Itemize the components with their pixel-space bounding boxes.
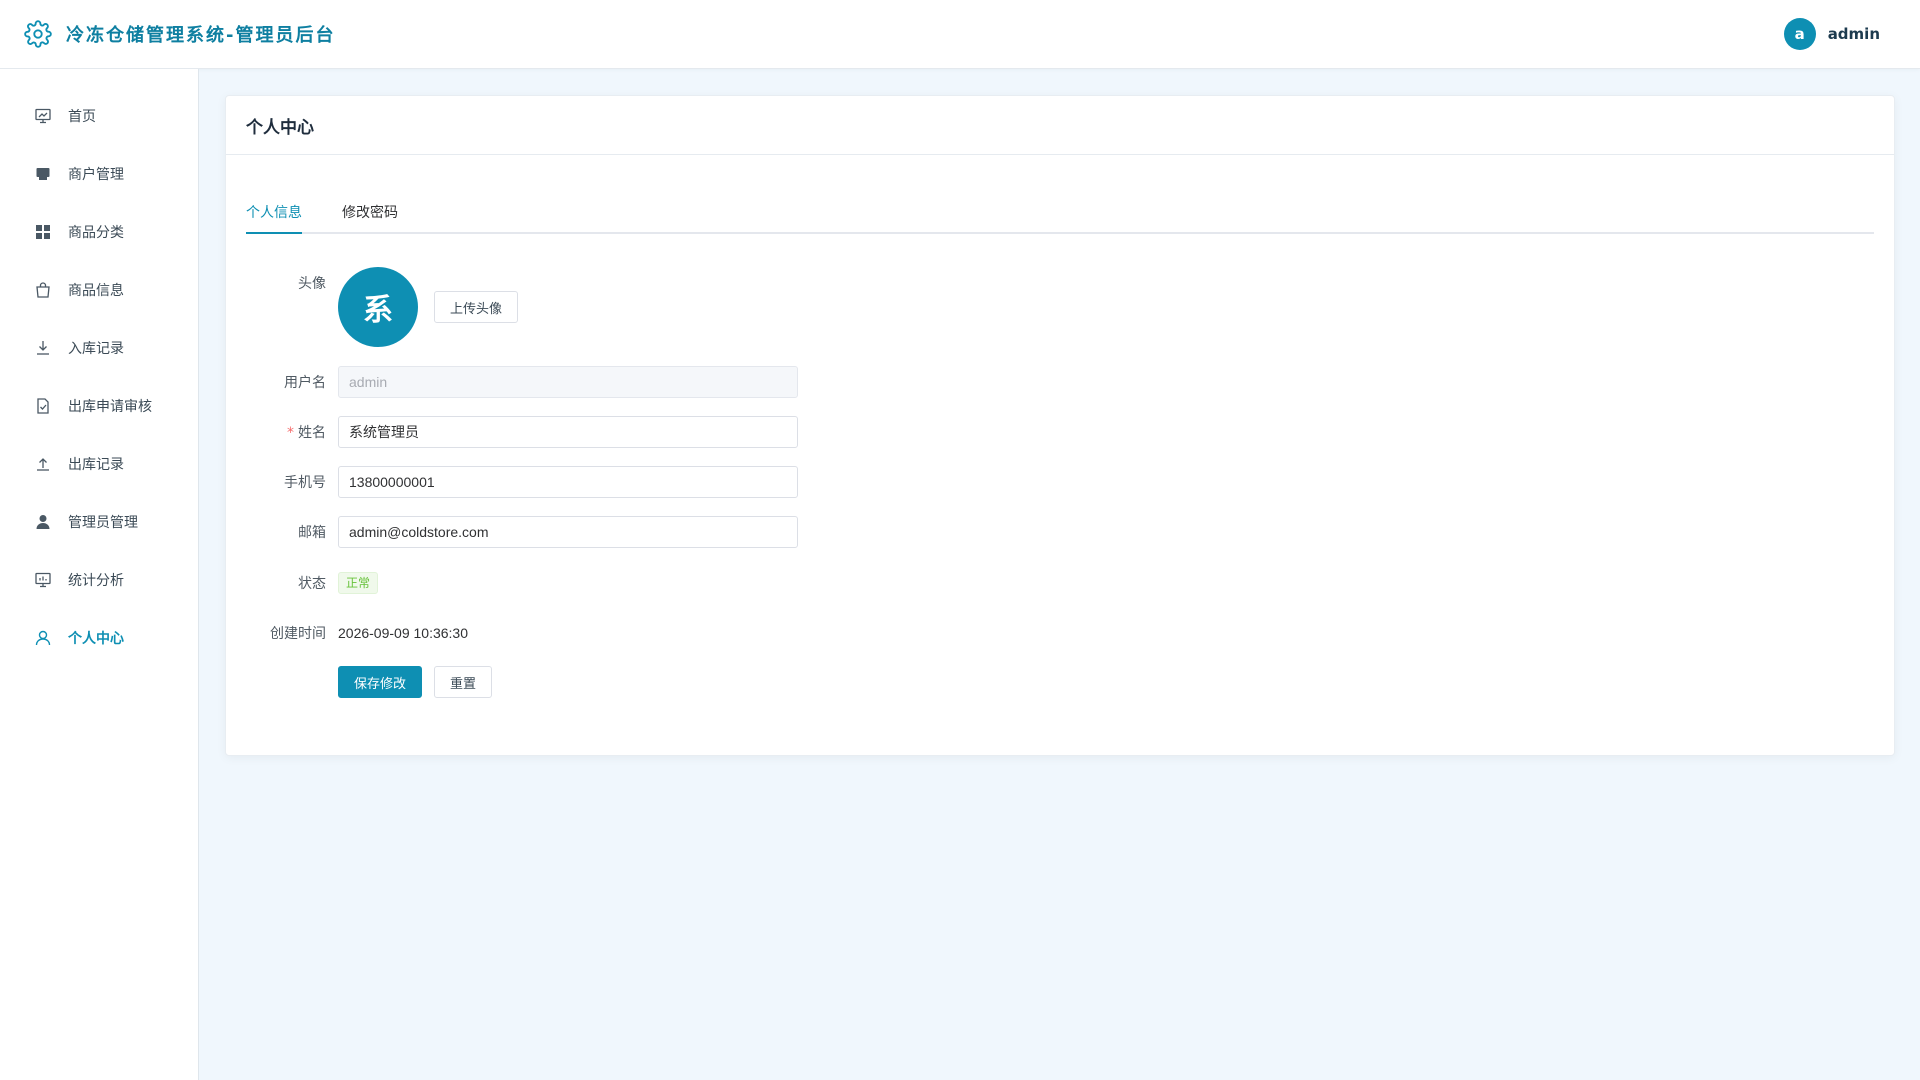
shop-icon: [34, 165, 52, 183]
avatar-label: 头像: [298, 276, 326, 292]
sidebar-item-outbound[interactable]: 出库记录: [0, 435, 198, 493]
user-name[interactable]: admin: [1828, 25, 1880, 43]
email-label: 邮箱: [298, 525, 326, 541]
card-body: 个人信息 修改密码: [226, 196, 1894, 234]
reset-button[interactable]: 重置: [434, 666, 493, 698]
phone-input[interactable]: [338, 466, 798, 498]
gear-icon: [24, 20, 52, 48]
card-header: 个人中心: [226, 96, 1894, 155]
phone-label: 手机号: [284, 475, 326, 491]
status-badge: 正常: [338, 572, 379, 594]
brand: 冷冻仓储管理系统-管理员后台: [24, 20, 335, 48]
sidebar-item-categories[interactable]: 商品分类: [0, 203, 198, 261]
sidebar-item-products[interactable]: 商品信息: [0, 261, 198, 319]
sidebar: 首页 商户管理 商品分类 商品信息 入库记录 出库申请审核 出库记录 管理员管理…: [0, 69, 199, 1080]
form-row-phone: 手机号: [226, 466, 798, 498]
sidebar-item-label: 商品分类: [68, 225, 124, 241]
sidebar-item-profile[interactable]: 个人中心: [0, 609, 198, 667]
download-icon: [34, 339, 52, 357]
user-filled-icon: [34, 513, 52, 531]
sidebar-item-outbound-review[interactable]: 出库申请审核: [0, 377, 198, 435]
profile-card: 个人中心 个人信息 修改密码 头像 系 上传头像 用户名 *姓名 手机号: [225, 95, 1895, 756]
tab-bar: 个人信息 修改密码: [246, 196, 1874, 234]
form-actions: 保存修改 重置: [226, 666, 493, 698]
form-row-username: 用户名: [226, 366, 798, 398]
created-time: 2026-09-09 10:36:30: [338, 625, 468, 641]
sidebar-item-label: 出库记录: [68, 457, 124, 473]
form-row-avatar: 头像 系 上传头像: [226, 267, 519, 347]
sidebar-item-label: 首页: [68, 109, 96, 125]
sidebar-item-home[interactable]: 首页: [0, 87, 198, 145]
username-input[interactable]: [338, 366, 798, 398]
app-title: 冷冻仓储管理系统-管理员后台: [66, 25, 336, 46]
tab-profile-info[interactable]: 个人信息: [246, 202, 302, 234]
sidebar-item-label: 入库记录: [68, 341, 124, 357]
sidebar-item-label: 出库申请审核: [68, 399, 152, 415]
sidebar-item-admins[interactable]: 管理员管理: [0, 493, 198, 551]
user-menu[interactable]: a admin: [1783, 18, 1880, 50]
email-input[interactable]: [338, 516, 798, 548]
form-row-name: * 姓名: [226, 416, 798, 448]
page-title: 个人中心: [246, 117, 314, 138]
sidebar-item-merchants[interactable]: 商户管理: [0, 145, 198, 203]
upload-icon: [34, 455, 52, 473]
save-button[interactable]: 保存修改: [338, 666, 423, 698]
required-mark: *: [287, 425, 294, 441]
name-label-text: 姓名: [298, 425, 326, 441]
sidebar-item-inbound[interactable]: 入库记录: [0, 319, 198, 377]
dashboard-icon: [34, 107, 52, 125]
profile-avatar: 系: [338, 267, 418, 347]
sidebar-item-label: 个人中心: [68, 631, 124, 647]
sidebar-item-label: 商品信息: [68, 283, 124, 299]
username-label: 用户名: [284, 375, 326, 391]
top-header: 冷冻仓储管理系统-管理员后台 a admin: [0, 0, 1920, 69]
chart-board-icon: [34, 571, 52, 589]
user-icon: [34, 629, 52, 647]
tab-change-password[interactable]: 修改密码: [342, 202, 398, 232]
form-row-email: 邮箱: [226, 516, 798, 548]
sidebar-item-label: 统计分析: [68, 573, 124, 589]
form-row-created: 创建时间 2026-09-09 10:36:30: [226, 621, 468, 645]
sidebar-item-statistics[interactable]: 统计分析: [0, 551, 198, 609]
form-row-status: 状态 正常: [226, 571, 379, 595]
sidebar-item-label: 管理员管理: [68, 515, 138, 531]
status-label: 状态: [298, 576, 326, 592]
avatar[interactable]: a: [1783, 18, 1816, 50]
document-check-icon: [34, 397, 52, 415]
bag-icon: [34, 281, 52, 299]
name-label: * 姓名: [226, 422, 338, 442]
sidebar-item-label: 商户管理: [68, 167, 124, 183]
upload-avatar-button[interactable]: 上传头像: [434, 291, 519, 323]
grid-icon: [34, 223, 52, 241]
created-label: 创建时间: [270, 626, 326, 642]
name-input[interactable]: [338, 416, 798, 448]
